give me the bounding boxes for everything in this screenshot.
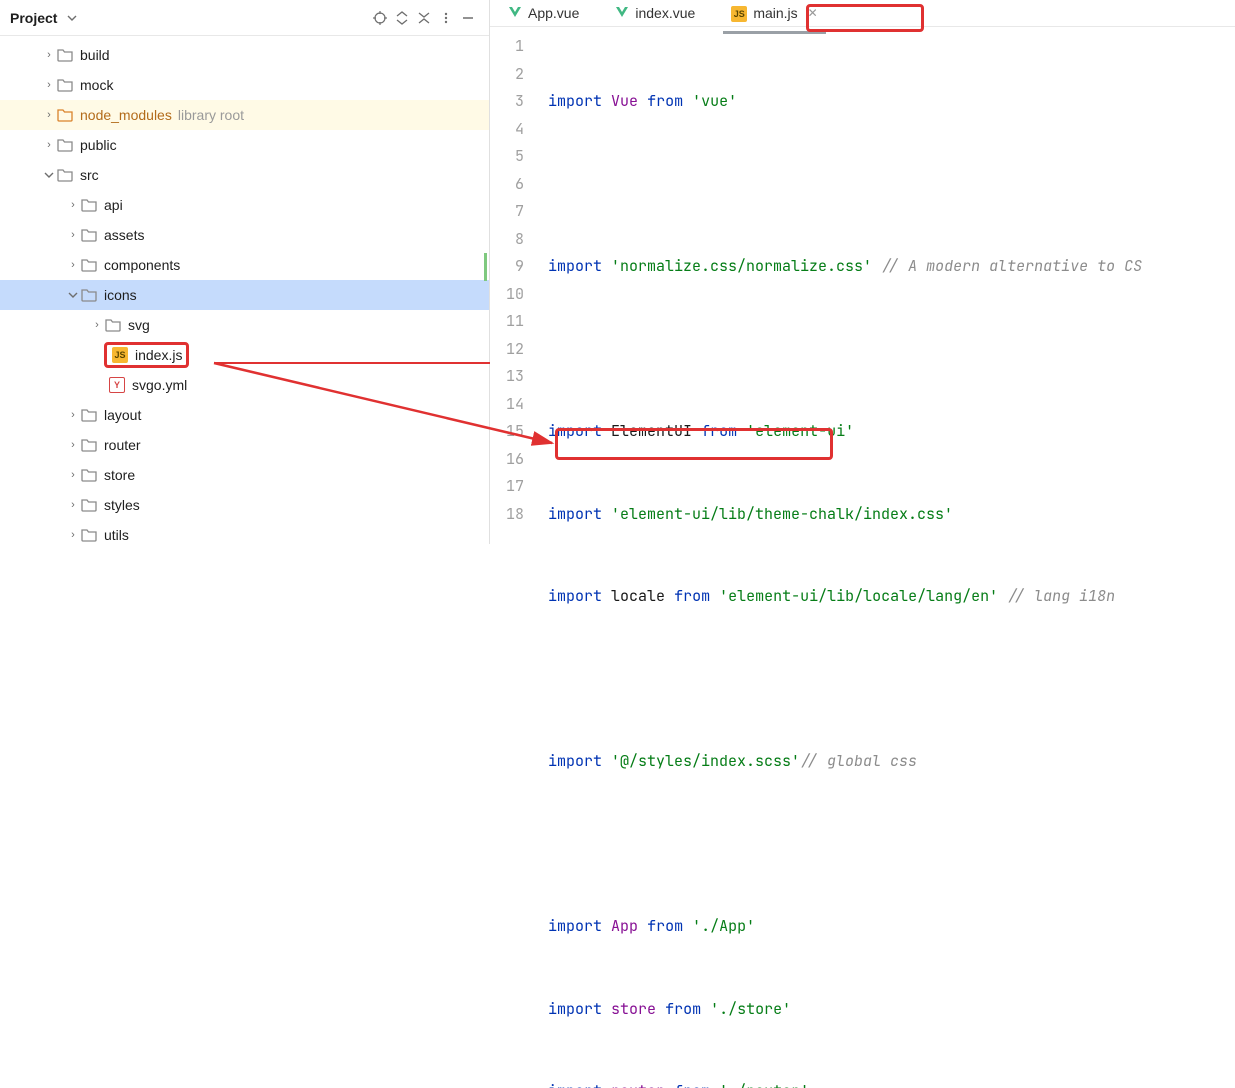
folder-icon <box>80 466 98 484</box>
chevron-right-icon: › <box>42 109 56 121</box>
code-area[interactable]: 123456789101112131415161718 import Vue f… <box>490 27 1235 1088</box>
code-body[interactable]: import Vue from 'vue' import 'normalize.… <box>538 27 1235 1088</box>
minimize-icon[interactable] <box>457 7 479 29</box>
tree-label: src <box>80 167 99 183</box>
target-icon[interactable] <box>369 7 391 29</box>
collapse-icon[interactable] <box>413 7 435 29</box>
project-sidebar: Project › build › mock › node_ <box>0 0 490 544</box>
folder-icon <box>80 226 98 244</box>
tree-item-layout[interactable]: › layout <box>0 400 489 430</box>
tab-main-js[interactable]: JS main.js ✕ <box>723 0 825 26</box>
tree-item-components[interactable]: › components <box>0 250 489 280</box>
tree-item-svgo-yml[interactable]: Y svgo.yml <box>0 370 489 400</box>
folder-icon <box>80 286 98 304</box>
tree-item-utils[interactable]: › utils <box>0 520 489 544</box>
tree-item-svg[interactable]: › svg <box>0 310 489 340</box>
tree-label: build <box>80 47 110 63</box>
folder-icon <box>56 46 74 64</box>
tree-label: public <box>80 137 117 153</box>
tree-label: assets <box>104 227 144 243</box>
chevron-down-icon[interactable] <box>61 7 83 29</box>
js-file-icon: JS <box>731 4 747 22</box>
folder-icon <box>56 106 74 124</box>
folder-icon <box>104 316 122 334</box>
tree-label: mock <box>80 77 113 93</box>
tree-label: api <box>104 197 123 213</box>
tree-label: utils <box>104 527 129 543</box>
chevron-down-icon <box>66 290 80 300</box>
chevron-right-icon: › <box>42 49 56 61</box>
vue-icon <box>508 5 522 22</box>
library-hint: library root <box>178 107 244 123</box>
tree-label: styles <box>104 497 140 513</box>
tree-item-icons[interactable]: icons <box>0 280 489 310</box>
chevron-right-icon: › <box>66 259 80 271</box>
vue-icon <box>615 5 629 22</box>
folder-icon <box>80 436 98 454</box>
line-gutter: 123456789101112131415161718 <box>490 27 538 1088</box>
chevron-right-icon: › <box>66 199 80 211</box>
project-title[interactable]: Project <box>10 10 57 26</box>
folder-icon <box>56 76 74 94</box>
tree-item-api[interactable]: › api <box>0 190 489 220</box>
folder-icon <box>56 166 74 184</box>
tree-label: svgo.yml <box>132 377 187 393</box>
folder-icon <box>56 136 74 154</box>
editor-pane: App.vue index.vue JS main.js ✕ 123456789… <box>490 0 1235 544</box>
tab-app-vue[interactable]: App.vue <box>500 1 587 26</box>
folder-icon <box>80 256 98 274</box>
highlight-box: JS index.js <box>104 342 189 368</box>
tree-label: icons <box>104 287 137 303</box>
tree-label: svg <box>128 317 150 333</box>
chevron-right-icon: › <box>66 499 80 511</box>
tree-item-assets[interactable]: › assets <box>0 220 489 250</box>
chevron-right-icon: › <box>66 529 80 541</box>
folder-icon <box>80 526 98 544</box>
chevron-right-icon: › <box>66 469 80 481</box>
tree-item-styles[interactable]: › styles <box>0 490 489 520</box>
tab-label: main.js <box>753 5 797 21</box>
tree-item-public[interactable]: › public <box>0 130 489 160</box>
tab-label: index.vue <box>635 5 695 21</box>
tree-item-router[interactable]: › router <box>0 430 489 460</box>
chevron-right-icon: › <box>42 139 56 151</box>
tree-item-index-js[interactable]: JS index.js <box>0 340 489 370</box>
folder-icon <box>80 196 98 214</box>
tree-label: components <box>104 257 180 273</box>
folder-icon <box>80 496 98 514</box>
project-tree: › build › mock › node_modules library ro… <box>0 36 489 544</box>
tree-item-mock[interactable]: › mock <box>0 70 489 100</box>
tree-label: store <box>104 467 135 483</box>
tree-label: index.js <box>135 347 182 363</box>
tree-label: node_modules <box>80 107 172 123</box>
chevron-right-icon: › <box>66 229 80 241</box>
expand-icon[interactable] <box>391 7 413 29</box>
chevron-right-icon: › <box>66 409 80 421</box>
tab-index-vue[interactable]: index.vue <box>607 1 703 26</box>
folder-icon <box>80 406 98 424</box>
tree-item-node-modules[interactable]: › node_modules library root <box>0 100 489 130</box>
tree-item-src[interactable]: src <box>0 160 489 190</box>
tree-item-build[interactable]: › build <box>0 40 489 70</box>
chevron-right-icon: › <box>90 319 104 331</box>
editor-tabs: App.vue index.vue JS main.js ✕ <box>490 0 1235 27</box>
chevron-down-icon <box>42 170 56 180</box>
more-icon[interactable] <box>435 7 457 29</box>
tree-label: router <box>104 437 141 453</box>
js-file-icon: JS <box>111 346 129 364</box>
tree-label: layout <box>104 407 141 423</box>
chevron-right-icon: › <box>66 439 80 451</box>
yml-file-icon: Y <box>108 376 126 394</box>
chevron-right-icon: › <box>42 79 56 91</box>
close-icon[interactable]: ✕ <box>808 6 818 20</box>
tree-item-store[interactable]: › store <box>0 460 489 490</box>
sidebar-header: Project <box>0 0 489 36</box>
tab-label: App.vue <box>528 5 579 21</box>
